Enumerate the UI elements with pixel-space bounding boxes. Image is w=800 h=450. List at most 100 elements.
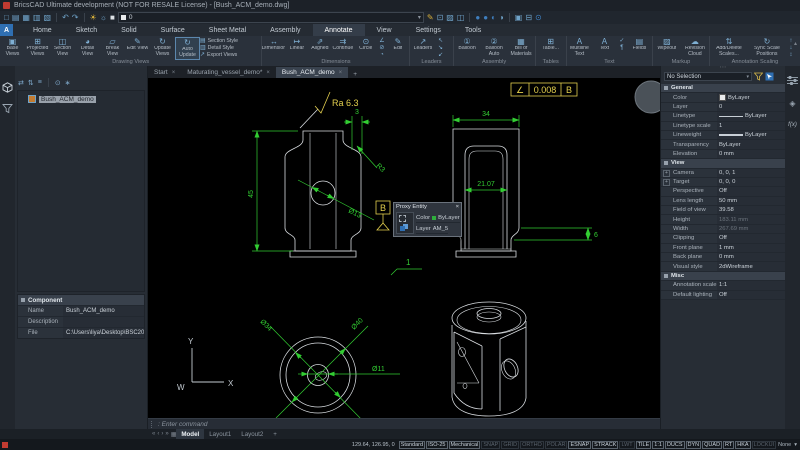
projected-views-button[interactable]: ⊞Projected Views — [25, 37, 50, 58]
section-general[interactable]: General — [661, 84, 785, 93]
auto-update-button[interactable]: ↻Auto Update — [175, 37, 200, 60]
tab-sketch[interactable]: Sketch — [64, 24, 109, 36]
section-view[interactable]: View — [661, 159, 785, 168]
search-icon[interactable]: ⊙ — [55, 79, 61, 87]
linear-button[interactable]: ↦Linear — [285, 37, 308, 58]
light-icon[interactable]: ◐ — [491, 13, 496, 22]
diameter-dim-icon[interactable]: ⊘ — [379, 45, 384, 51]
toggle-dyn[interactable]: DYN — [686, 441, 702, 449]
prop-row-clipping[interactable]: ClippingOff — [661, 234, 785, 243]
scale-down-icon[interactable]: ↓ — [789, 45, 792, 51]
tab-surface[interactable]: Surface — [149, 24, 197, 36]
new-layout-button[interactable]: + — [268, 429, 282, 439]
tab-view[interactable]: View — [365, 24, 404, 36]
drag-grip[interactable] — [151, 421, 155, 428]
link-icon[interactable]: ⇄ — [18, 79, 24, 87]
prop-row-perspective[interactable]: PerspectiveOff — [661, 187, 785, 196]
print-icon[interactable]: ▧ — [44, 13, 52, 22]
edit-dim-button[interactable]: ✎Edit — [386, 37, 409, 58]
prop-row-annotation-scale[interactable]: Annotation scale1:1 — [661, 281, 785, 290]
expand-icon[interactable]: + — [663, 170, 670, 177]
next-tab-icon[interactable]: › — [161, 431, 163, 438]
tab-home[interactable]: Home — [21, 24, 64, 36]
component-name-value[interactable]: Bush_ACM_demo — [63, 306, 144, 316]
match-properties-icon[interactable]: ⊡ — [437, 13, 444, 22]
annotation-scale-field[interactable]: 1:1 — [652, 441, 664, 449]
list-icon[interactable]: ≡ — [38, 79, 42, 86]
filter-icon[interactable] — [2, 103, 13, 114]
selection-mode-field[interactable]: None — [777, 442, 792, 448]
chevron-down-icon[interactable]: ▾ — [793, 442, 798, 448]
command-prompt[interactable]: : Enter command — [158, 421, 208, 428]
open-file-icon[interactable]: ▤ — [12, 13, 20, 22]
prop-row-elevation[interactable]: Elevation0 mm — [661, 150, 785, 159]
chevron-down-icon[interactable]: ▾ — [418, 14, 421, 21]
detail-style-button[interactable]: ▥Detail Style — [200, 45, 250, 51]
property-filter-icon[interactable] — [754, 72, 763, 81]
tab-settings[interactable]: Settings — [404, 24, 453, 36]
balloon-button[interactable]: ①Balloon — [454, 37, 481, 58]
toggle-strack[interactable]: STRACK — [592, 441, 618, 449]
tab-sheet-metal[interactable]: Sheet Metal — [197, 24, 258, 36]
break-view-button[interactable]: ▱Break View — [100, 37, 125, 58]
sheet-icon[interactable]: ⊟ — [525, 13, 532, 22]
table-button[interactable]: ⊞Table... — [536, 37, 566, 58]
tree-item-bush-acm-demo[interactable]: Bush_ACM_demo — [28, 95, 96, 103]
block-icon[interactable]: ◫ — [457, 13, 465, 22]
tab-assembly[interactable]: Assembly — [258, 24, 312, 36]
app-menu-button[interactable]: A — [0, 24, 13, 36]
section-misc[interactable]: Misc — [661, 272, 785, 281]
toggle-quad[interactable]: QUAD — [702, 441, 722, 449]
layer-on-icon[interactable]: ☀ — [90, 13, 97, 22]
close-icon[interactable]: × — [456, 204, 459, 210]
dim-style-field[interactable]: ISO-25 — [426, 441, 447, 449]
prop-row-field-of-view[interactable]: Field of view39.58 — [661, 206, 785, 215]
revision-cloud-button[interactable]: ☁Revision Cloud — [681, 37, 709, 58]
update-views-button[interactable]: ↻Update Views — [150, 37, 175, 58]
prop-row-lens-length[interactable]: Lens length50 mm — [661, 197, 785, 206]
prop-row-camera[interactable]: +Camera0, 0, 1 — [661, 169, 785, 178]
sort-icon[interactable]: ⇅ — [28, 79, 34, 87]
undo-icon[interactable]: ↶ — [62, 13, 69, 22]
balloon-auto-button[interactable]: ②Balloon Auto — [481, 37, 508, 58]
multiline-text-button[interactable]: AMultiline Text — [567, 37, 592, 58]
scale-up-icon[interactable]: ↑ — [789, 38, 792, 44]
component-file-value[interactable]: C:\Users\liya\Desktop\BSC2020_DE — [63, 328, 144, 338]
prop-row-linetype[interactable]: LinetypeByLayer — [661, 112, 785, 121]
prev-tab-icon[interactable]: ‹ — [157, 431, 159, 438]
side-view[interactable] — [453, 129, 519, 257]
first-tab-icon[interactable]: « — [152, 431, 155, 438]
toggle-lwt[interactable]: LWT — [619, 441, 634, 449]
prop-row-width[interactable]: Width267.69 mm — [661, 225, 785, 234]
hatch-icon[interactable]: ▨ — [446, 13, 454, 22]
toggle-ortho[interactable]: ORTHO — [520, 441, 544, 449]
close-icon[interactable]: × — [266, 70, 270, 76]
bill-of-materials-button[interactable]: ▦Bill of Materials — [508, 37, 535, 58]
parameters-fx-icon[interactable]: f(x) — [788, 122, 797, 128]
panel-drag-handle[interactable]: ⋯ — [661, 65, 785, 71]
text-button[interactable]: AText — [592, 37, 617, 58]
aligned-button[interactable]: ⇗Aligned — [308, 37, 331, 58]
new-document-tab-button[interactable]: + — [348, 71, 362, 78]
settings-icon[interactable]: ∗ — [65, 79, 71, 87]
leader-style-icon[interactable]: ↖ — [438, 38, 443, 44]
prop-row-default-lighting[interactable]: Default lightingOff — [661, 291, 785, 300]
export-views-button[interactable]: ↗Export Views — [200, 52, 250, 58]
leader-add-icon[interactable]: ↘ — [438, 45, 443, 51]
section-view-button[interactable]: ◫Section View — [50, 37, 75, 58]
sync-scale-positions-button[interactable]: ↻Sync Scale Positions — [748, 37, 786, 58]
edit-pencil-icon[interactable]: ✎ — [427, 13, 434, 22]
tab-annotate[interactable]: Annotate — [313, 24, 365, 36]
toggle-grid[interactable]: GRID — [501, 441, 519, 449]
arc-dim-icon[interactable]: ◔ — [380, 52, 384, 58]
materials-icon[interactable]: ● — [483, 13, 488, 22]
toggle-rt[interactable]: RT — [723, 441, 734, 449]
color-swatch-icon[interactable]: ■ — [110, 13, 115, 22]
circle-button[interactable]: ⊙Circle — [354, 37, 377, 58]
layout-tab-layout2[interactable]: Layout2 — [236, 429, 268, 439]
fields-button[interactable]: ▤Fields — [627, 37, 652, 58]
doc-tab-start[interactable]: Start× — [148, 67, 181, 78]
dimension-button[interactable]: ↔Dimension — [262, 37, 285, 58]
doc-tab-maturating-vessel[interactable]: Maturating_vessel_demo*× — [181, 67, 276, 78]
plot-icon[interactable]: ▥ — [33, 13, 41, 22]
